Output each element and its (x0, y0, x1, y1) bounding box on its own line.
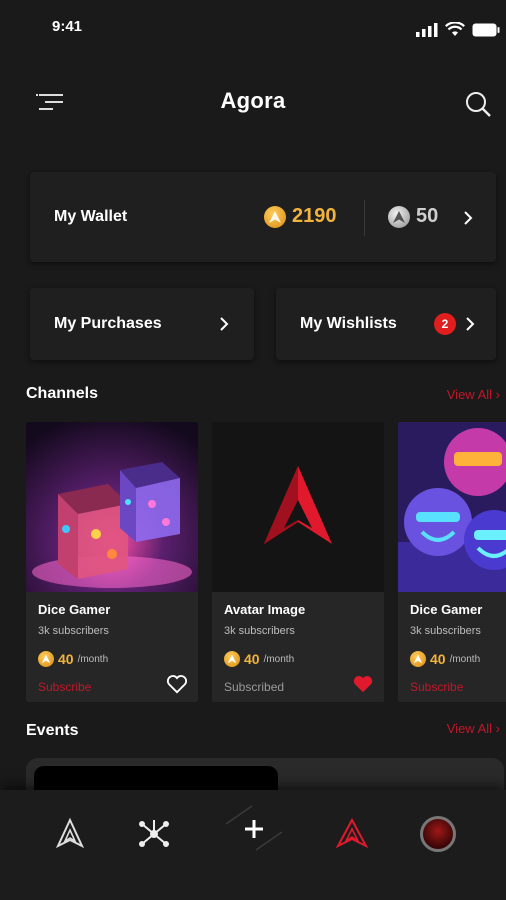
events-title: Events (26, 722, 79, 739)
channel-card[interactable]: Dice Gamer 3k subscribers 40 /month Subs… (26, 422, 198, 702)
gold-coin-icon (224, 651, 240, 667)
signal-icon (416, 23, 438, 37)
gold-balance: 2190 (264, 205, 337, 228)
channels-view-all-link[interactable]: View All › (447, 387, 500, 402)
events-view-all-label: View All (446, 721, 493, 736)
network-icon[interactable] (134, 814, 174, 854)
channel-subscribers: 3k subscribers (410, 625, 481, 637)
channel-price: 40 /month (224, 651, 294, 667)
status-time: 9:41 (52, 18, 83, 35)
subscribe-button[interactable]: Subscribe (38, 680, 91, 694)
gold-coin-icon (410, 651, 426, 667)
status-icons (416, 22, 500, 37)
channels-view-all-label: View All (446, 387, 493, 402)
channel-price-amount: 40 (58, 651, 74, 667)
my-purchases-label: My Purchases (54, 315, 162, 332)
silver-balance: 50 (388, 205, 438, 228)
wishlist-count-badge: 2 (434, 313, 456, 335)
home-icon[interactable] (50, 814, 90, 854)
heart-filled-icon[interactable] (352, 674, 374, 694)
app-header: Agora (0, 80, 506, 124)
page-title: Agora (220, 88, 286, 113)
channel-name: Avatar Image (224, 602, 306, 617)
subscribe-button[interactable]: Subscribe (410, 680, 463, 694)
gold-balance-value: 2190 (292, 205, 337, 227)
status-bar: 9:41 (0, 18, 506, 42)
wallet-divider (364, 200, 365, 236)
channel-price-amount: 40 (430, 651, 446, 667)
my-wishlists-card[interactable]: My Wishlists 2 (276, 288, 496, 360)
heart-outline-icon[interactable] (166, 674, 188, 694)
channel-card[interactable]: Avatar Image 3k subscribers 40 /month Su… (212, 422, 384, 702)
bottom-navigation (0, 790, 506, 900)
channel-thumbnail-agora (212, 422, 384, 592)
my-wishlists-label: My Wishlists (300, 315, 397, 332)
wifi-icon (445, 22, 465, 36)
chevron-right-icon (464, 211, 473, 225)
channel-price: 40 /month (38, 651, 108, 667)
channel-name: Dice Gamer (38, 602, 111, 617)
app-screen: 9:41 Agora My Wallet 2190 50 My Purchase… (0, 0, 506, 900)
gold-coin-icon (38, 651, 54, 667)
channel-price-period: /month (263, 653, 295, 665)
search-icon[interactable] (464, 90, 492, 118)
silver-coin-icon (388, 205, 410, 228)
subscribed-status[interactable]: Subscribed (224, 680, 284, 694)
chevron-right-icon (466, 317, 475, 331)
channels-title: Channels (26, 385, 99, 402)
wallet-card[interactable]: My Wallet 2190 50 (30, 172, 496, 262)
channel-thumbnail-avatars (398, 422, 506, 592)
channel-subscribers: 3k subscribers (38, 625, 109, 637)
events-view-all-link[interactable]: View All › (447, 721, 500, 736)
my-purchases-card[interactable]: My Purchases (30, 288, 254, 360)
channel-card[interactable]: Dice Gamer 3k subscribers 40 /month Subs… (398, 422, 506, 702)
channel-price-period: /month (77, 653, 109, 665)
battery-icon (472, 23, 500, 37)
channel-price-amount: 40 (244, 651, 260, 667)
silver-balance-value: 50 (416, 205, 439, 227)
add-icon[interactable] (222, 804, 286, 852)
channel-price: 40 /month (410, 651, 480, 667)
wallet-label: My Wallet (54, 208, 128, 225)
channel-thumbnail-dice (26, 422, 198, 592)
profile-avatar[interactable] (420, 816, 456, 852)
channel-price-period: /month (449, 653, 481, 665)
channel-name: Dice Gamer (410, 602, 483, 617)
agora-logo-icon[interactable] (332, 814, 372, 854)
channel-subscribers: 3k subscribers (224, 625, 295, 637)
chevron-right-icon (220, 317, 229, 331)
gold-coin-icon (264, 205, 286, 228)
